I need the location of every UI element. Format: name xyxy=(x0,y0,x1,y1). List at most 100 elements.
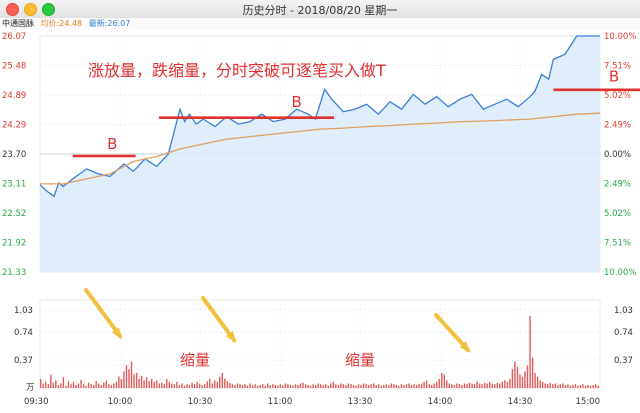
volume-bar xyxy=(514,361,516,388)
volume-bar xyxy=(529,316,531,388)
volume-bar xyxy=(216,381,218,388)
volume-bar xyxy=(158,383,160,388)
volume-bar xyxy=(65,385,67,388)
volume-bar xyxy=(272,384,274,388)
percent-tick-label: 2.49% xyxy=(604,180,631,190)
volume-bar xyxy=(544,383,546,388)
volume-bar xyxy=(214,380,216,388)
volume-bar xyxy=(572,385,574,388)
volume-tick-label-right: 0.37 xyxy=(614,356,633,366)
volume-bar xyxy=(481,384,483,388)
volume-bar xyxy=(178,385,181,388)
volume-bar xyxy=(224,378,226,388)
volume-bar xyxy=(531,357,534,388)
volume-bar xyxy=(441,372,443,388)
volume-bar xyxy=(282,385,284,388)
volume-bar xyxy=(461,385,463,388)
volume-bar xyxy=(375,385,377,388)
volume-bar xyxy=(188,385,191,388)
volume-tick-label: 0.74 xyxy=(14,328,33,338)
volume-bar xyxy=(138,378,140,388)
volume-bar xyxy=(249,383,251,388)
volume-bar xyxy=(549,382,551,388)
volume-bar xyxy=(431,385,433,388)
volume-bar xyxy=(82,384,85,388)
volume-bar xyxy=(221,372,223,388)
volume-bar xyxy=(476,381,478,388)
volume-bar xyxy=(453,385,456,388)
volume-bar xyxy=(433,383,435,388)
volume-bar xyxy=(135,372,138,388)
price-tick-label: 23.11 xyxy=(2,180,26,190)
time-tick-label: 10:30 xyxy=(188,397,213,407)
percent-tick-label: 10.00% xyxy=(604,32,636,42)
volume-bar xyxy=(267,383,269,388)
volume-bar xyxy=(325,384,327,388)
volume-bar xyxy=(40,378,42,388)
volume-bar xyxy=(320,384,322,388)
volume-bar xyxy=(251,385,254,388)
volume-bar xyxy=(501,381,503,388)
volume-bar xyxy=(355,385,357,388)
volume-bar xyxy=(428,384,430,388)
volume-bar xyxy=(511,369,514,388)
volume-bar xyxy=(120,378,123,388)
price-tick-label: 21.33 xyxy=(2,268,26,278)
volume-bar xyxy=(206,381,208,388)
volume-bar xyxy=(42,383,44,388)
volume-bar xyxy=(246,385,249,388)
volume-bar xyxy=(436,381,438,388)
time-tick-label: 14:30 xyxy=(508,397,533,407)
volume-bar xyxy=(398,385,400,388)
volume-bar xyxy=(347,383,350,388)
volume-bar xyxy=(357,384,360,388)
volume-bar xyxy=(148,381,150,388)
volume-bar xyxy=(279,384,281,388)
percent-tick-label: 7.51% xyxy=(604,239,631,249)
volume-bar xyxy=(521,376,524,388)
volume-bar xyxy=(236,383,239,388)
volume-bar xyxy=(145,377,148,388)
volume-bar xyxy=(415,385,418,388)
volume-bar xyxy=(557,385,559,388)
volume-bar xyxy=(484,382,486,388)
volume-bar xyxy=(451,384,453,388)
volume-tick-label: 0.37 xyxy=(14,356,33,366)
price-tick-label: 24.29 xyxy=(2,121,26,131)
volume-bar xyxy=(393,384,395,388)
volume-bar xyxy=(327,385,329,388)
volume-bar xyxy=(410,385,413,388)
volume-bar xyxy=(72,381,75,388)
volume-bar xyxy=(408,383,410,388)
volume-bar xyxy=(587,385,589,388)
volume-bar xyxy=(473,384,476,388)
volume-bar xyxy=(284,383,287,388)
volume-bar xyxy=(388,385,390,388)
volume-bar xyxy=(57,385,60,388)
volume-bar xyxy=(161,382,163,388)
volume-bar xyxy=(176,381,178,388)
volume-bar xyxy=(478,383,481,388)
price-tick-label: 24.89 xyxy=(2,91,26,101)
volume-bar xyxy=(509,378,511,388)
volume-bar xyxy=(133,374,135,388)
volume-bar xyxy=(534,372,536,388)
volume-bar xyxy=(342,384,345,388)
volume-bar xyxy=(468,382,471,388)
volume-bar xyxy=(231,384,234,388)
volume-bar xyxy=(166,378,168,388)
volume-bar xyxy=(367,385,370,388)
volume-bar xyxy=(229,382,231,388)
volume-bar xyxy=(322,385,324,388)
volume-bar xyxy=(471,383,473,388)
volume-bar xyxy=(413,384,415,388)
volume-bar xyxy=(304,384,307,388)
volume-unit-label: 万 xyxy=(26,383,35,393)
volume-bar xyxy=(579,385,582,388)
volume-bar xyxy=(332,381,334,388)
volume-bar xyxy=(100,385,102,388)
volume-bar xyxy=(254,384,256,388)
volume-bar xyxy=(98,383,100,388)
volume-bar xyxy=(345,385,347,388)
volume-bar xyxy=(504,380,506,388)
